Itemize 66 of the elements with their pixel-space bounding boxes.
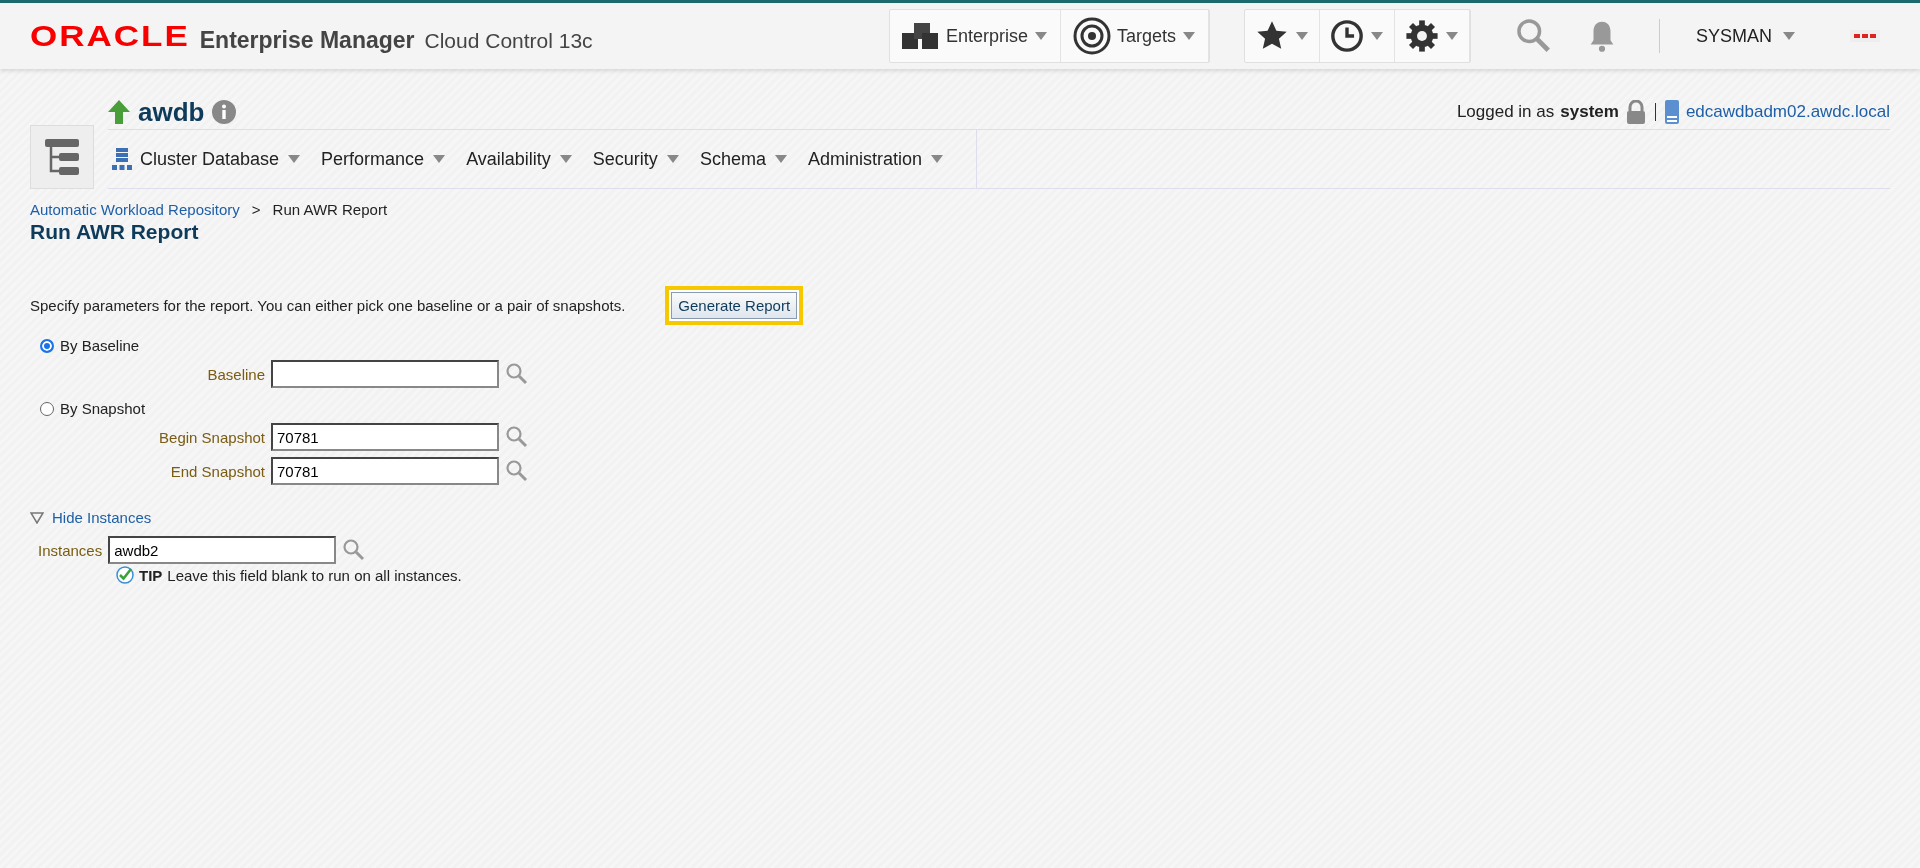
- radio-label: By Baseline: [60, 337, 140, 354]
- caret-icon: [929, 154, 944, 164]
- target-name: awdb: [138, 96, 205, 128]
- target-menu[interactable]: Performance: [317, 130, 463, 188]
- nav-menu-button[interactable]: Enterprise: [889, 10, 1061, 62]
- search-icon[interactable]: [505, 425, 529, 449]
- product-name: Enterprise Manager: [199, 27, 415, 54]
- page-title: Run AWR Report: [30, 220, 200, 244]
- target-menu[interactable]: Administration: [803, 130, 960, 188]
- host-link[interactable]: edcawdbadm02.awdc.local: [1685, 102, 1890, 122]
- caret-icon: [665, 154, 680, 164]
- status-indicator-icon[interactable]: [1850, 30, 1880, 42]
- caret-icon: [1294, 31, 1309, 41]
- nav-menu-button[interactable]: Targets: [1060, 10, 1209, 62]
- caret-icon: [773, 154, 788, 164]
- input-field[interactable]: 70781: [271, 457, 499, 485]
- field-label: Instances: [38, 541, 103, 559]
- breadcrumb-separator: >: [251, 201, 261, 218]
- radio-label: By Snapshot: [60, 400, 146, 417]
- search-icon[interactable]: [1514, 17, 1553, 55]
- field-label: Begin Snapshot: [158, 428, 265, 446]
- caret-icon: [1181, 31, 1196, 41]
- hide-instances-toggle[interactable]: Hide Instances: [30, 509, 1890, 526]
- search-icon[interactable]: [505, 362, 529, 386]
- input-field[interactable]: awdb2: [108, 536, 337, 564]
- field-label: End Snapshot: [169, 462, 265, 480]
- settings-icon: [1404, 19, 1439, 53]
- oracle-logo: ORACLE: [30, 19, 190, 53]
- login-label: Logged in as: [1456, 102, 1555, 122]
- target-icon: [1072, 17, 1111, 55]
- target-menu[interactable]: Cluster Database: [108, 130, 318, 188]
- database-cluster-icon: [112, 148, 132, 170]
- clock-icon: [1329, 19, 1364, 53]
- breadcrumb-current: Run AWR Report: [272, 201, 388, 218]
- tip-label: TIP: [139, 566, 163, 584]
- target-menu[interactable]: Schema: [695, 130, 804, 188]
- search-icon[interactable]: [505, 459, 529, 483]
- user-menu-button[interactable]: SYSMAN: [1689, 24, 1802, 48]
- caret-icon: [1369, 31, 1384, 41]
- instructions-text: Specify parameters for the report. You can either pick one baseline or a pair of snapshots.: [30, 297, 626, 314]
- disclosure-triangle-icon: [30, 511, 44, 524]
- caret-icon: [558, 154, 573, 164]
- caret-icon: [1444, 31, 1459, 41]
- server-icon: [1663, 99, 1680, 125]
- product-edition: Cloud Control 13c: [424, 29, 593, 53]
- checkmark-icon: [116, 566, 134, 584]
- breadcrumb-link[interactable]: Automatic Workload Repository: [30, 201, 240, 218]
- input-field[interactable]: [271, 360, 499, 388]
- input-field[interactable]: 70781: [271, 423, 499, 451]
- navigation-tree-button[interactable]: [30, 125, 94, 189]
- caret-icon: [287, 154, 302, 164]
- stacked-squares-icon: [901, 21, 940, 51]
- target-menu[interactable]: Availability: [462, 130, 589, 188]
- tree-list-icon: [43, 137, 81, 177]
- caret-icon: [1033, 31, 1048, 41]
- field-label: Baseline: [206, 365, 265, 383]
- tip-text: Leave this field blank to run on all instances.: [167, 566, 462, 584]
- radio-button[interactable]: [40, 401, 54, 416]
- lock-icon: [1624, 100, 1647, 124]
- search-icon[interactable]: [342, 538, 367, 562]
- radio-button[interactable]: [40, 338, 54, 353]
- info-icon[interactable]: [212, 100, 237, 124]
- login-user: system: [1560, 102, 1619, 122]
- caret-icon: [432, 154, 447, 164]
- target-menu[interactable]: Security: [588, 130, 696, 188]
- caret-icon: [1782, 31, 1796, 41]
